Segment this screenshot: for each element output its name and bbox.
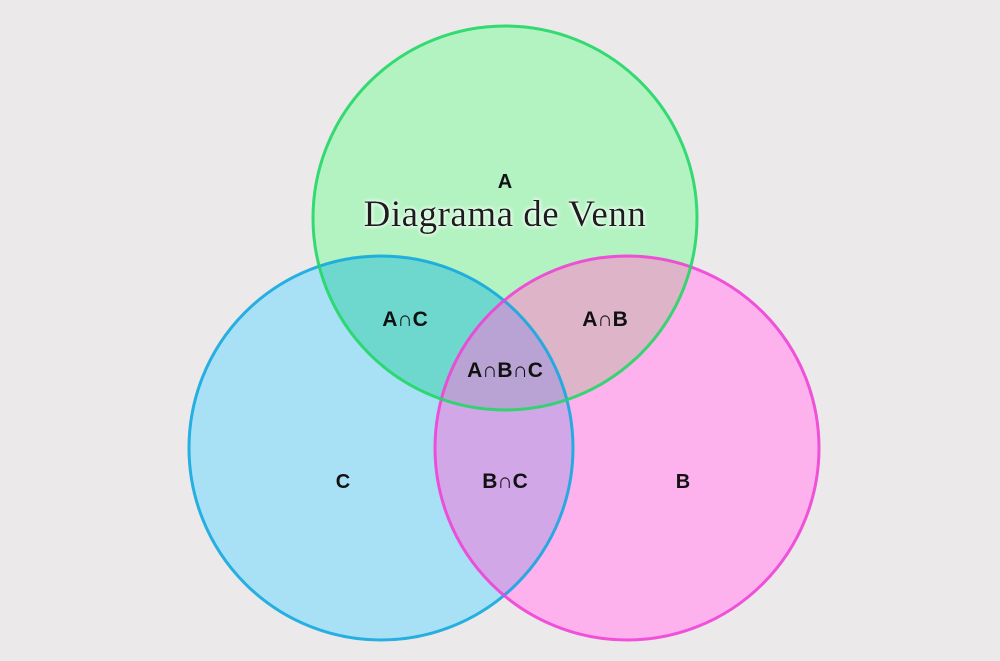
diagram-title: Diagrama de Venn bbox=[364, 194, 647, 235]
set-b-label: B bbox=[676, 471, 690, 493]
region-a-and-b-and-c-label: A∩B∩C bbox=[467, 359, 543, 382]
set-c-label: C bbox=[336, 471, 350, 493]
set-a-label: A bbox=[498, 171, 512, 193]
region-b-and-c-label: B∩C bbox=[482, 470, 528, 493]
venn-diagram: A B C A∩C A∩B A∩B∩C B∩C Diagrama de Venn bbox=[0, 0, 1000, 661]
region-a-and-b-label: A∩B bbox=[582, 308, 628, 331]
region-a-and-c-label: A∩C bbox=[382, 308, 428, 331]
